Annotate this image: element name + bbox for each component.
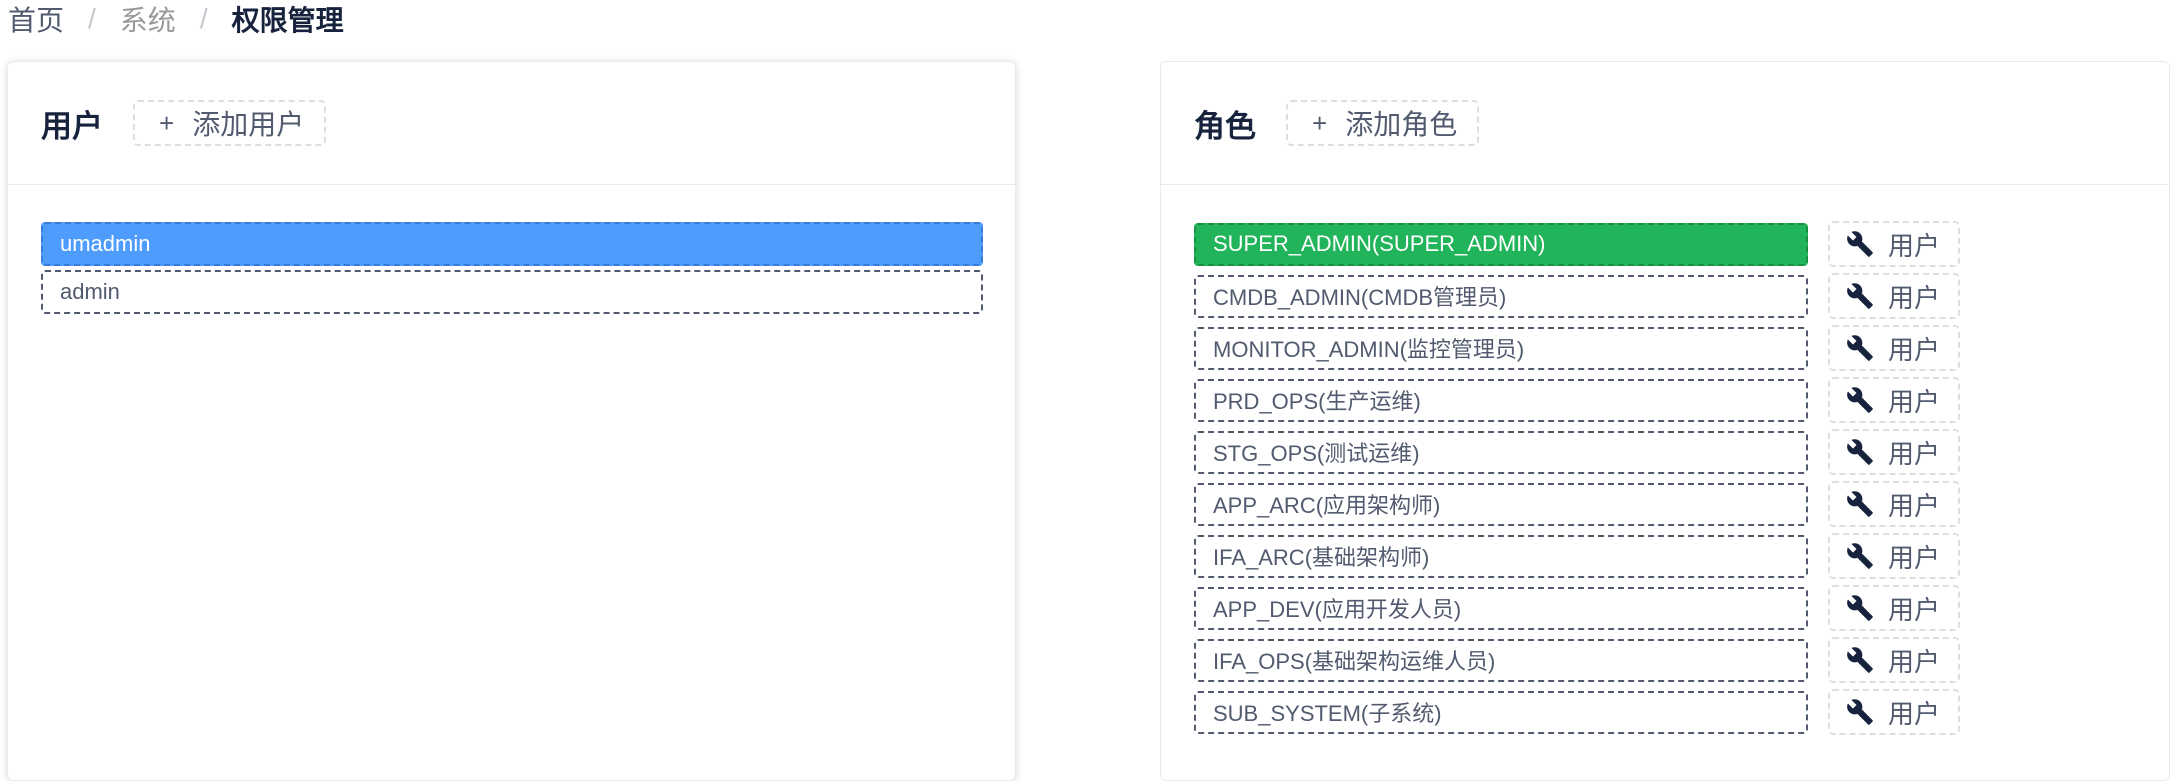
role-users-button[interactable]: 用户: [1828, 221, 1960, 267]
add-user-button[interactable]: + 添加用户: [133, 100, 327, 146]
role-item[interactable]: MONITOR_ADMIN(监控管理员): [1194, 326, 1808, 370]
user-item-umadmin[interactable]: umadmin: [41, 222, 983, 266]
role-row: PRD_OPS(生产运维) 用户: [1194, 376, 1960, 424]
wrench-icon: [1846, 386, 1874, 414]
wrench-icon: [1846, 698, 1874, 726]
user-item-admin[interactable]: admin: [41, 270, 983, 314]
role-item[interactable]: STG_OPS(测试运维): [1194, 430, 1808, 474]
wrench-icon: [1846, 282, 1874, 310]
role-users-button-label: 用户: [1888, 698, 1941, 729]
roles-panel: 角色 + 添加角色 SUPER_ADMIN(SUPER_ADMIN) 用户 CMDB…: [1160, 61, 2170, 781]
users-panel: 用户 + 添加用户 umadmin admin: [7, 61, 1016, 781]
role-item[interactable]: SUB_SYSTEM(子系统): [1194, 690, 1808, 734]
roles-panel-header: 角色 + 添加角色: [1161, 62, 2169, 185]
breadcrumb: 首页 / 系统 / 权限管理: [8, 0, 344, 38]
users-panel-title: 用户: [41, 108, 103, 144]
role-users-button[interactable]: 用户: [1828, 429, 1960, 475]
add-role-button[interactable]: + 添加角色: [1286, 100, 1480, 146]
role-users-button-label: 用户: [1888, 386, 1941, 417]
role-users-button[interactable]: 用户: [1828, 637, 1960, 683]
wrench-icon: [1846, 490, 1874, 518]
role-users-button[interactable]: 用户: [1828, 325, 1960, 371]
role-users-button-label: 用户: [1888, 334, 1941, 365]
role-users-button[interactable]: 用户: [1828, 585, 1960, 631]
role-row: APP_ARC(应用架构师) 用户: [1194, 480, 1960, 528]
role-item[interactable]: IFA_ARC(基础架构师): [1194, 534, 1808, 578]
role-item[interactable]: CMDB_ADMIN(CMDB管理员): [1194, 274, 1808, 318]
wrench-icon: [1846, 230, 1874, 258]
role-users-button-label: 用户: [1888, 438, 1941, 469]
breadcrumb-current: 权限管理: [231, 5, 344, 36]
user-list: umadmin admin: [41, 222, 983, 318]
role-users-button-label: 用户: [1888, 230, 1941, 261]
role-row: APP_DEV(应用开发人员) 用户: [1194, 584, 1960, 632]
breadcrumb-system[interactable]: 系统: [120, 0, 176, 39]
wrench-icon: [1846, 542, 1874, 570]
role-users-button-label: 用户: [1888, 282, 1941, 313]
add-role-label: 添加角色: [1345, 109, 1458, 140]
role-item[interactable]: SUPER_ADMIN(SUPER_ADMIN): [1194, 222, 1808, 266]
role-row: IFA_OPS(基础架构运维人员) 用户: [1194, 636, 1960, 684]
role-users-button[interactable]: 用户: [1828, 273, 1960, 319]
role-users-button[interactable]: 用户: [1828, 481, 1960, 527]
role-row: SUPER_ADMIN(SUPER_ADMIN) 用户: [1194, 220, 1960, 268]
breadcrumb-separator: /: [88, 3, 96, 34]
role-users-button-label: 用户: [1888, 646, 1941, 677]
breadcrumb-home[interactable]: 首页: [8, 0, 64, 39]
role-users-button-label: 用户: [1888, 542, 1941, 573]
role-item[interactable]: APP_ARC(应用架构师): [1194, 482, 1808, 526]
add-user-label: 添加用户: [192, 109, 305, 140]
role-users-button-label: 用户: [1888, 490, 1941, 521]
role-row: IFA_ARC(基础架构师) 用户: [1194, 532, 1960, 580]
plus-icon: +: [159, 107, 175, 138]
wrench-icon: [1846, 646, 1874, 674]
role-item[interactable]: APP_DEV(应用开发人员): [1194, 586, 1808, 630]
role-row: SUB_SYSTEM(子系统) 用户: [1194, 688, 1960, 736]
role-item[interactable]: PRD_OPS(生产运维): [1194, 378, 1808, 422]
role-users-button[interactable]: 用户: [1828, 377, 1960, 423]
roles-panel-title: 角色: [1194, 108, 1256, 144]
role-row: MONITOR_ADMIN(监控管理员) 用户: [1194, 324, 1960, 372]
users-panel-header: 用户 + 添加用户: [8, 62, 1015, 185]
role-row: STG_OPS(测试运维) 用户: [1194, 428, 1960, 476]
wrench-icon: [1846, 438, 1874, 466]
wrench-icon: [1846, 334, 1874, 362]
role-row: CMDB_ADMIN(CMDB管理员) 用户: [1194, 272, 1960, 320]
role-users-button[interactable]: 用户: [1828, 533, 1960, 579]
role-list: SUPER_ADMIN(SUPER_ADMIN) 用户 CMDB_ADMIN(CMD…: [1194, 220, 1960, 740]
breadcrumb-separator: /: [199, 3, 208, 34]
plus-icon: +: [1312, 107, 1328, 138]
role-users-button-label: 用户: [1888, 594, 1941, 625]
role-users-button[interactable]: 用户: [1828, 689, 1960, 735]
role-item[interactable]: IFA_OPS(基础架构运维人员): [1194, 638, 1808, 682]
wrench-icon: [1846, 594, 1874, 622]
